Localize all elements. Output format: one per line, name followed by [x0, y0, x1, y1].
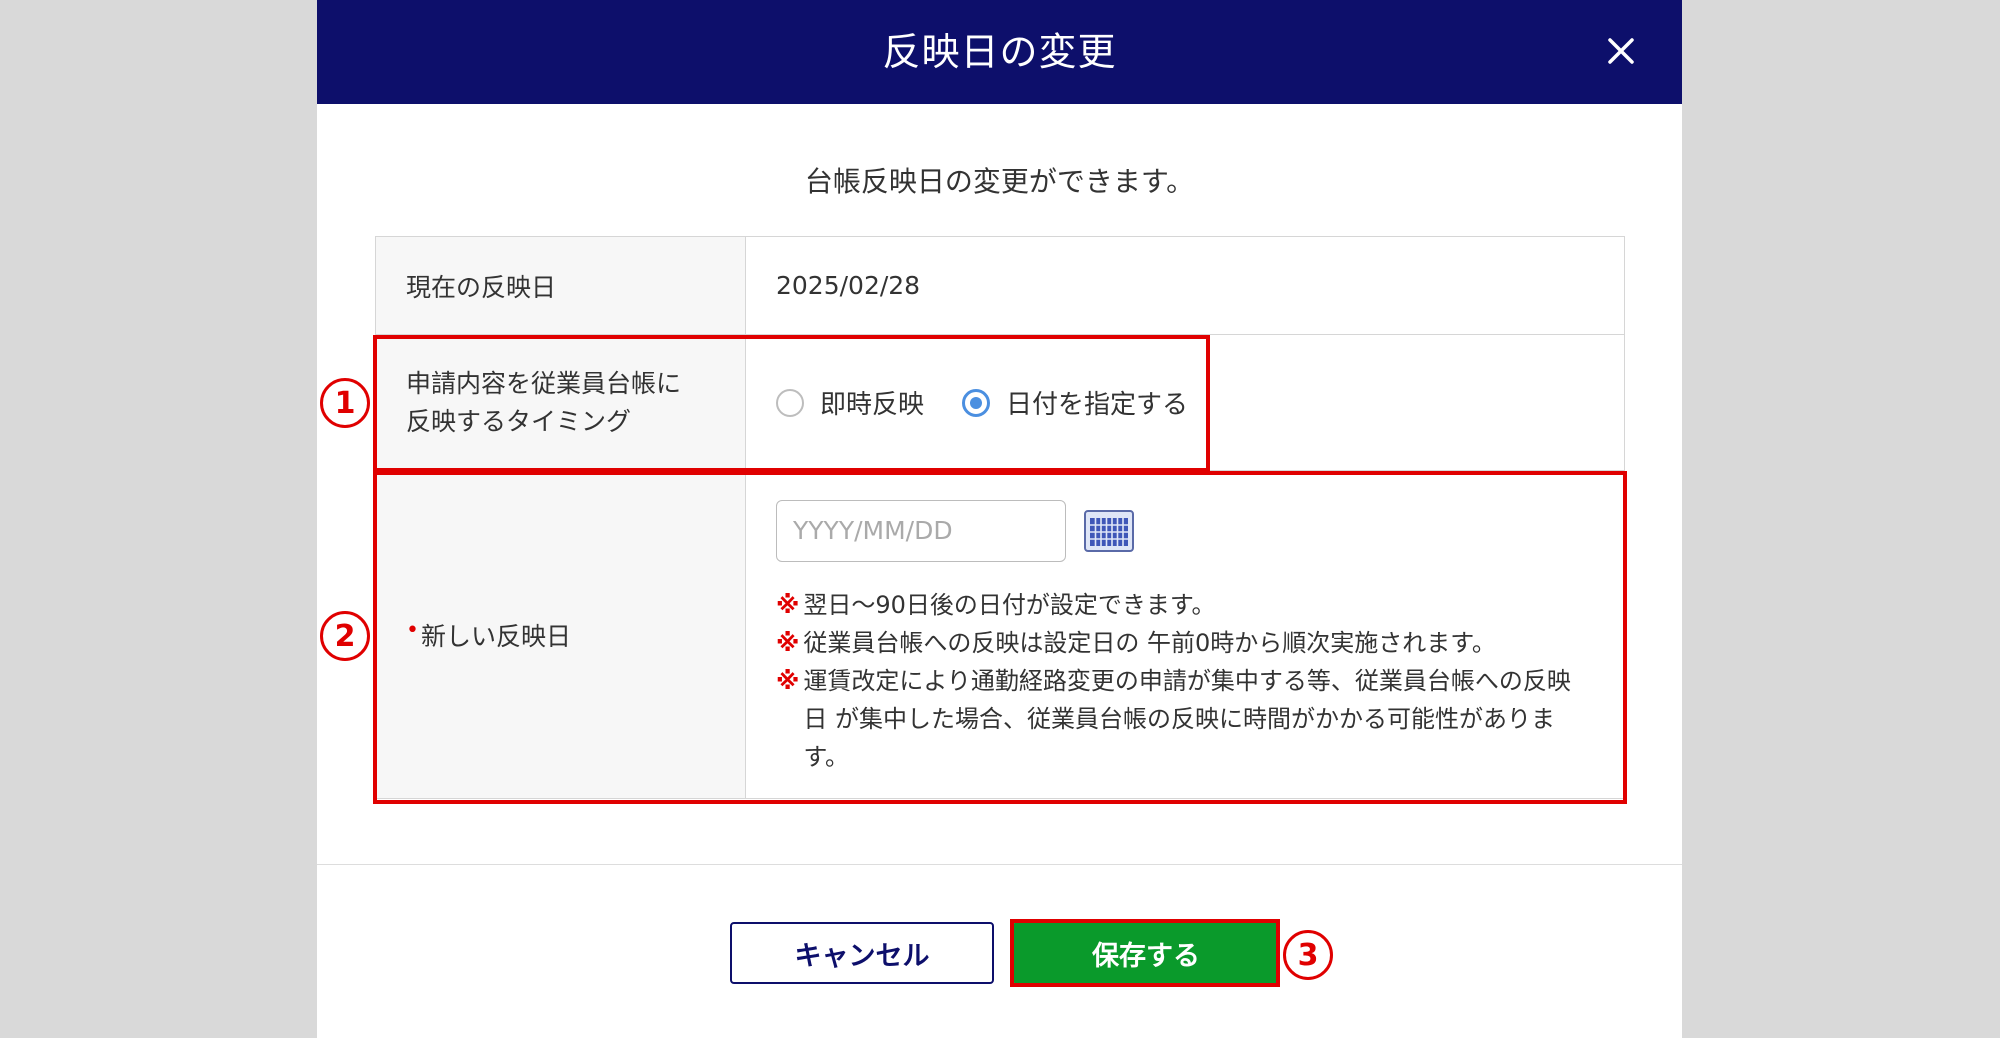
- current-date-row: 現在の反映日 2025/02/28: [375, 236, 1625, 335]
- timing-label-line2: 反映するタイミング: [406, 406, 632, 436]
- dialog-header: 反映日の変更: [317, 0, 1682, 104]
- radio-immediate[interactable]: 即時反映: [776, 384, 924, 421]
- radio-specify-date-label[interactable]: 日付を指定する: [1006, 384, 1188, 421]
- date-notes: ※ 翌日～90日後の日付が設定できます。 ※ 従業員台帳への反映は設定日の 午前…: [776, 586, 1594, 776]
- radio-immediate-label[interactable]: 即時反映: [820, 384, 924, 421]
- change-reflect-date-dialog: 反映日の変更 台帳反映日の変更ができます。 現在の反映日 2025/02/28 …: [317, 0, 1682, 1038]
- close-icon: [1608, 38, 1634, 64]
- reflect-date-form: 現在の反映日 2025/02/28 申請内容を従業員台帳に 反映するタイミング …: [375, 236, 1625, 799]
- note-mark: ※: [776, 628, 800, 657]
- required-mark: •: [406, 617, 419, 643]
- dialog-title: 反映日の変更: [882, 30, 1117, 74]
- annotation-number-2: 2: [320, 611, 370, 661]
- current-date-label: 現在の反映日: [375, 236, 746, 335]
- timing-row: 申請内容を従業員台帳に 反映するタイミング 即時反映 日付を指定する: [375, 334, 1625, 471]
- footer-divider: [317, 864, 1682, 865]
- note-text: 運賃改定により通勤経路変更の申請が集中する等、従業員台帳への反映日 が集中した場…: [803, 666, 1571, 771]
- note-mark: ※: [776, 666, 800, 695]
- note-text: 翌日～90日後の日付が設定できます。: [803, 590, 1216, 619]
- save-button[interactable]: 保存する: [1014, 922, 1278, 984]
- radio-specify-date[interactable]: 日付を指定する: [962, 384, 1188, 421]
- note-1: ※ 翌日～90日後の日付が設定できます。: [776, 586, 1594, 624]
- annotation-number-1: 1: [320, 378, 370, 428]
- new-date-label: 新しい反映日: [420, 621, 571, 651]
- note-2: ※ 従業員台帳への反映は設定日の 午前0時から順次実施されます。: [776, 624, 1594, 662]
- intro-text: 台帳反映日の変更ができます。: [804, 165, 1195, 198]
- note-mark: ※: [776, 590, 800, 619]
- annotation-number-3: 3: [1283, 930, 1333, 980]
- radio-specify-date-circle[interactable]: [962, 388, 991, 417]
- new-date-cell: ※ 翌日～90日後の日付が設定できます。 ※ 従業員台帳への反映は設定日の 午前…: [745, 470, 1625, 799]
- timing-label-line1: 申請内容を従業員台帳に: [406, 368, 682, 398]
- current-date-value: 2025/02/28: [745, 236, 1625, 335]
- new-date-input[interactable]: [776, 499, 1066, 562]
- note-text: 従業員台帳への反映は設定日の 午前0時から順次実施されます。: [803, 628, 1496, 657]
- new-date-row: •新しい反映日 YYYY/MM/DD ※ 翌日～90日後の日付が設定できます。 …: [375, 470, 1625, 799]
- radio-immediate-circle[interactable]: [776, 388, 804, 417]
- calendar-icon[interactable]: [1084, 509, 1134, 552]
- timing-options: 即時反映 日付を指定する: [745, 334, 1625, 471]
- close-button[interactable]: [1598, 28, 1644, 74]
- note-3: ※ 運賃改定により通勤経路変更の申請が集中する等、従業員台帳への反映日 が集中し…: [776, 662, 1594, 776]
- cancel-button[interactable]: キャンセル: [730, 922, 994, 984]
- new-date-label-cell: •新しい反映日: [375, 470, 746, 799]
- timing-label: 申請内容を従業員台帳に 反映するタイミング: [375, 334, 746, 471]
- timing-radio-group: 即時反映 日付を指定する: [776, 384, 1623, 421]
- date-picker-row: [776, 499, 1594, 562]
